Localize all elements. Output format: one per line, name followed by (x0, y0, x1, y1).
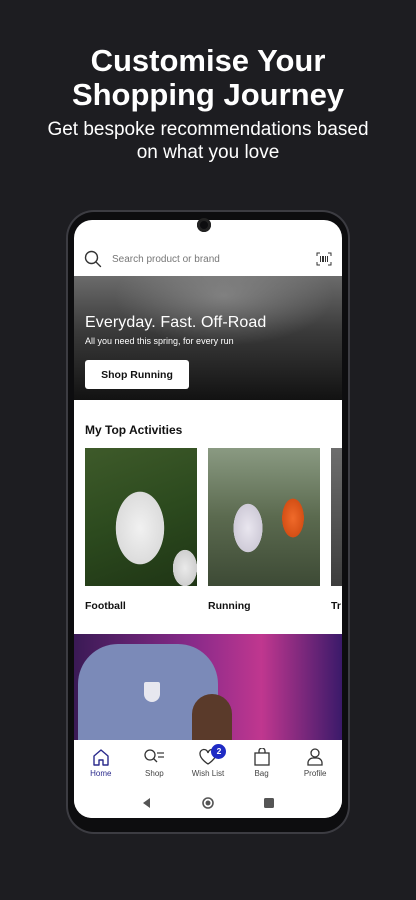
home-icon (93, 749, 109, 766)
tab-bag[interactable]: Bag (235, 748, 288, 778)
activity-label: Football (85, 600, 126, 612)
shop-running-button[interactable]: Shop Running (85, 360, 189, 389)
tab-label: Bag (254, 769, 269, 778)
promo-title-line1: Customise Your (90, 43, 326, 78)
football-image (85, 448, 197, 586)
activity-card-football[interactable]: Football (85, 448, 197, 612)
tab-label: Profile (303, 769, 327, 778)
wish-list-badge: 2 (211, 744, 227, 759)
promo-banner[interactable] (74, 634, 342, 740)
tab-wish-list[interactable]: 2 Wish List (181, 744, 234, 778)
hero-title: Everyday. Fast. Off-Road (85, 314, 267, 331)
top-activities-title: My Top Activities (85, 423, 183, 437)
bag-icon (253, 748, 270, 766)
running-image (208, 448, 320, 586)
app-screen: Everyday. Fast. Off-Road All you need th… (74, 220, 342, 818)
hero-banner[interactable]: Everyday. Fast. Off-Road All you need th… (74, 276, 342, 400)
search-input[interactable] (112, 253, 302, 265)
system-navigation-bar (74, 788, 342, 818)
tab-label: Shop (145, 769, 164, 778)
activity-card-training[interactable]: Tr (331, 448, 342, 612)
promo-subtitle: Get bespoke recommendations based on wha… (0, 118, 416, 164)
recents-nav-icon[interactable] (264, 798, 274, 808)
tab-shop[interactable]: Shop (128, 748, 181, 778)
activity-label: Running (208, 600, 251, 612)
promo-subtitle-line1: Get bespoke recommendations based (47, 119, 369, 140)
search-bar[interactable] (74, 242, 342, 276)
tab-label: Home (90, 769, 112, 778)
home-nav-icon[interactable] (202, 797, 214, 809)
front-camera (197, 218, 211, 232)
barcode-scan-icon[interactable] (316, 252, 332, 266)
promo-title: Customise Your Shopping Journey (0, 44, 416, 112)
profile-icon (307, 748, 323, 766)
activities-carousel[interactable]: Football Running Tr (85, 448, 342, 618)
promo-subtitle-line2: on what you love (136, 142, 280, 163)
player-arm-image (192, 694, 232, 740)
tab-profile[interactable]: Profile (289, 748, 342, 778)
activity-card-running[interactable]: Running (208, 448, 320, 612)
activity-label: Tr (331, 600, 341, 612)
hero-subtitle: All you need this spring, for every run (85, 336, 234, 346)
search-icon[interactable] (84, 250, 102, 268)
promo-title-line2: Shopping Journey (71, 77, 345, 112)
phone-frame: Everyday. Fast. Off-Road All you need th… (68, 212, 348, 832)
bottom-tab-bar: Home Shop 2 Wish List Bag Profile (74, 740, 342, 788)
crest-icon (144, 682, 160, 702)
tab-label: Wish List (191, 769, 225, 778)
back-nav-icon[interactable] (142, 798, 152, 808)
training-image (331, 448, 342, 586)
tab-home[interactable]: Home (74, 748, 127, 778)
shop-icon (144, 749, 165, 763)
